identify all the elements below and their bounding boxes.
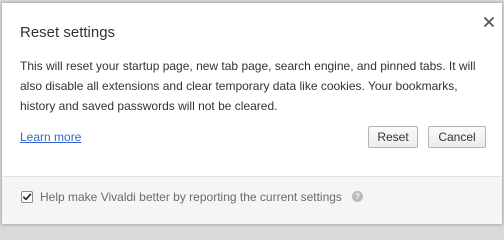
close-icon[interactable] [481,14,497,30]
learn-more-link[interactable]: Learn more [20,130,81,144]
checkmark-icon [22,193,32,201]
reset-button[interactable]: Reset [368,126,418,148]
reset-settings-dialog: Reset settings This will reset your star… [2,3,502,224]
help-icon[interactable]: ? [352,191,363,202]
dialog-footer: Help make Vivaldi better by reporting th… [2,176,502,224]
cancel-button[interactable]: Cancel [428,126,486,148]
dialog-title: Reset settings [20,24,116,41]
report-settings-label: Help make Vivaldi better by reporting th… [40,190,342,204]
dialog-description: This will reset your startup page, new t… [20,59,476,113]
report-settings-checkbox[interactable] [21,191,33,203]
